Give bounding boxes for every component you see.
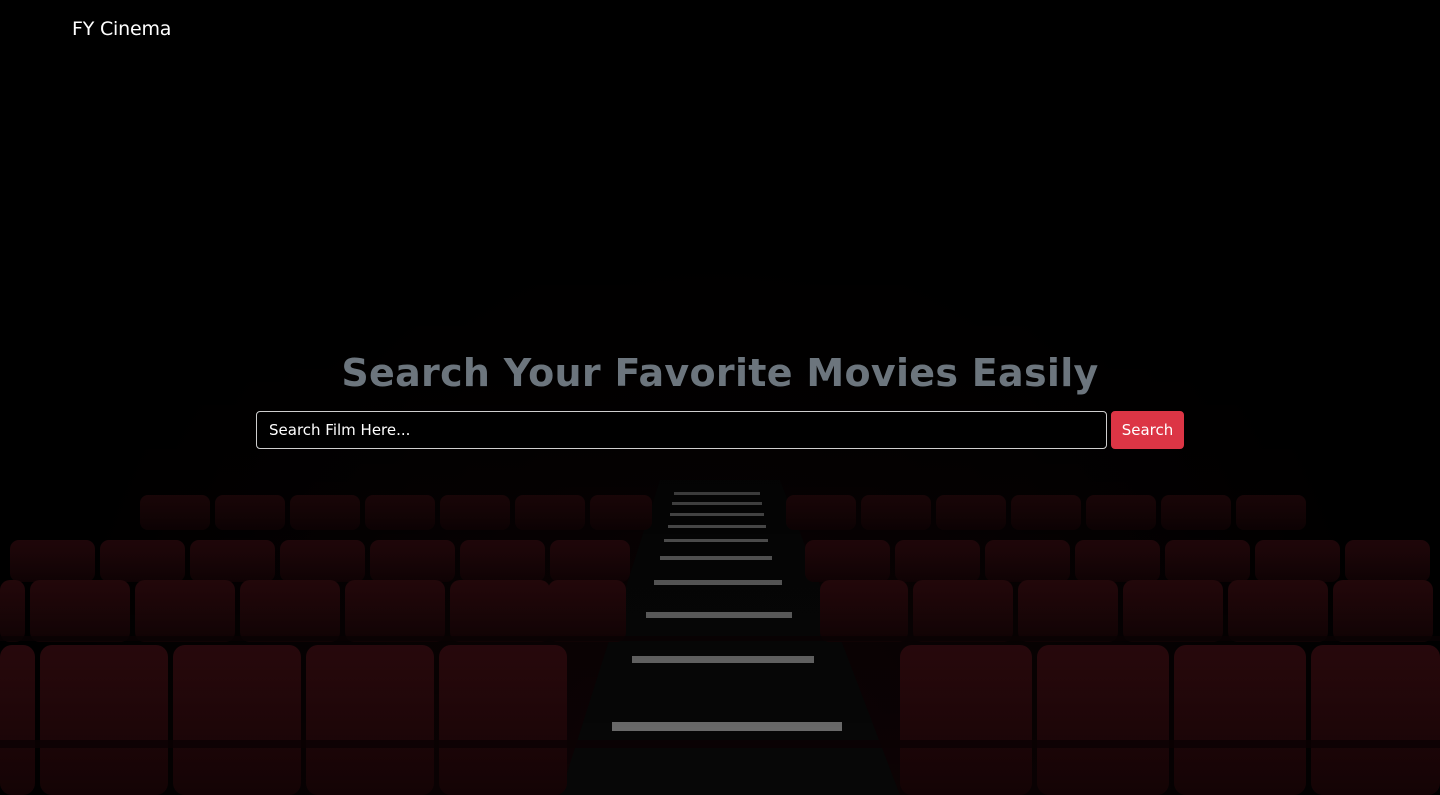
search-input[interactable] — [256, 411, 1107, 449]
theater-seats-image — [0, 480, 1440, 795]
page-title: Search Your Favorite Movies Easily — [341, 351, 1099, 395]
search-form: Search — [256, 411, 1184, 449]
brand-logo-link[interactable]: FY Cinema — [72, 16, 171, 42]
page: FY Cinema Search Your Favorite Movies Ea… — [0, 0, 1440, 795]
search-button[interactable]: Search — [1111, 411, 1184, 449]
